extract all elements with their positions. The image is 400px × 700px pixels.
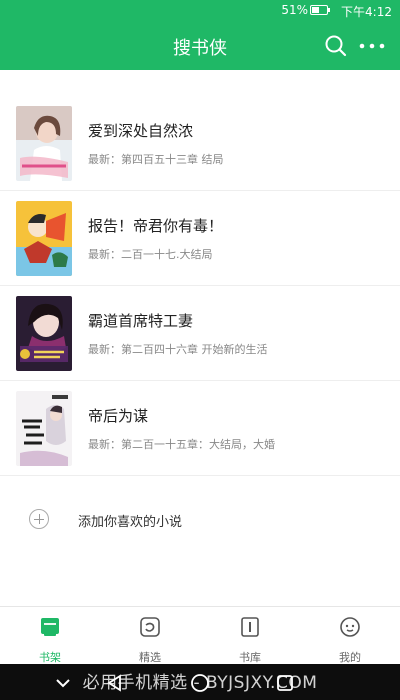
book-title: 爱到深处自然浓 [88,122,194,140]
bookshelf-icon [41,618,59,636]
system-nav-bar: 必用手机精选 - BYJSJXY.COM [0,664,400,700]
featured-icon [140,617,160,637]
watermark-text: 必用手机精选 - BYJSJXY.COM [82,673,318,693]
book-cover [16,106,72,181]
battery-percent: 51% [281,3,308,17]
app-bar: 搜书侠 [0,20,400,70]
tab-label: 书库 [239,651,261,664]
add-book-button[interactable]: 添加你喜欢的小说 [0,500,400,540]
book-latest-chapter: 最新：第二百四十六章 开始新的生活 [88,343,268,356]
book-title: 帝后为谋 [88,407,149,425]
add-circle-icon [29,509,49,529]
search-icon [325,35,347,57]
battery-icon [310,5,330,15]
book-latest-chapter: 最新：第四百五十三章 结局 [88,153,224,166]
bookshelf-list: 爱到深处自然浓 最新：第四百五十三章 结局 报告！帝君你有毒！ 最新：二百一十七… [0,96,400,476]
tab-label: 书架 [39,651,61,664]
bottom-tab-bar: 书架 精选 书库 我的 [0,606,400,664]
tab-label: 精选 [139,651,161,664]
book-latest-chapter: 最新：二百一十七.大结局 [88,248,213,261]
add-book-label: 添加你喜欢的小说 [78,515,183,530]
tab-label: 我的 [339,651,361,664]
library-icon [241,617,259,637]
book-cover [16,201,72,276]
more-button[interactable] [356,32,388,60]
profile-icon [340,617,360,637]
clock: 下午4:12 [341,5,392,19]
tab-library[interactable]: 书库 [200,607,300,665]
tab-featured[interactable]: 精选 [100,607,200,665]
tab-bookshelf[interactable]: 书架 [0,607,100,665]
search-button[interactable] [322,32,350,60]
book-cover [16,391,72,466]
book-item[interactable]: 霸道首席特工妻 最新：第二百四十六章 开始新的生活 [0,286,400,381]
book-item[interactable]: 报告！帝君你有毒！ 最新：二百一十七.大结局 [0,191,400,286]
tab-profile[interactable]: 我的 [300,607,400,665]
status-bar: 51% 下午4:12 [0,0,400,20]
book-title: 报告！帝君你有毒！ [88,217,224,235]
more-dots-icon [359,43,385,49]
book-item[interactable]: 帝后为谋 最新：第二百一十五章：大结局，大婚 [0,381,400,476]
book-item[interactable]: 爱到深处自然浓 最新：第四百五十三章 结局 [0,96,400,191]
book-cover [16,296,72,371]
book-title: 霸道首席特工妻 [88,312,194,330]
book-latest-chapter: 最新：第二百一十五章：大结局，大婚 [88,438,275,451]
